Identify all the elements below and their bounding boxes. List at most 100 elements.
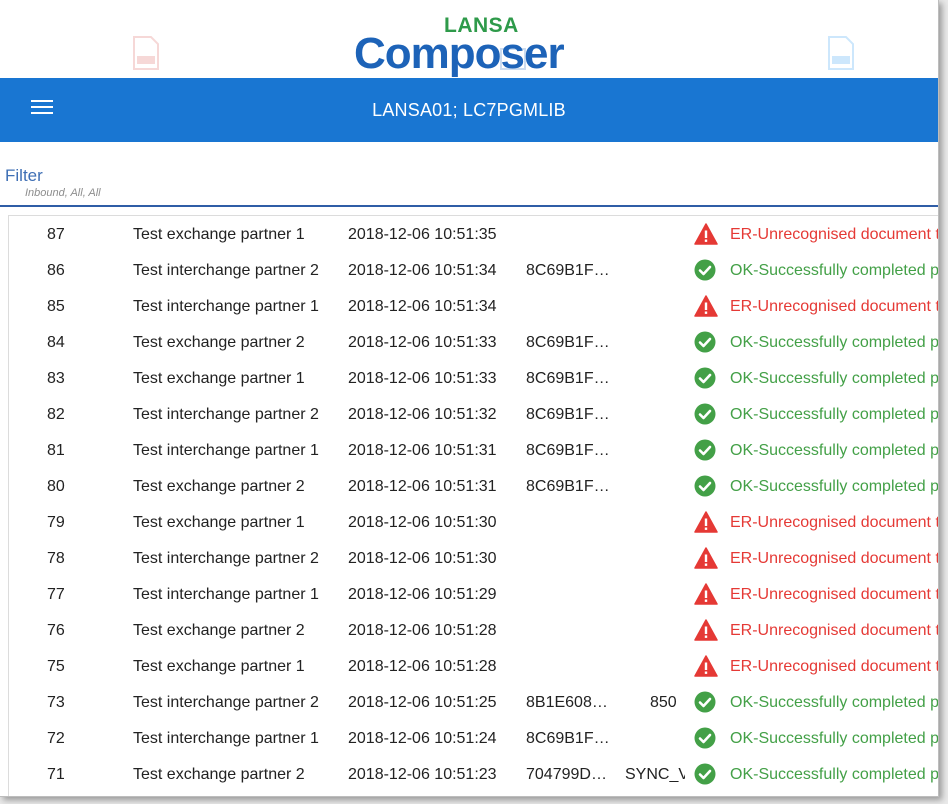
message-number: 85 — [47, 298, 65, 315]
table-row[interactable]: 82 Test interchange partner 2 2018-12-06 1… — [9, 396, 938, 432]
message-date: 2018-12-06 10:51:31 — [348, 442, 497, 459]
error-warning-icon — [694, 223, 718, 245]
filter-panel[interactable]: Filter Inbound, All, All — [5, 166, 101, 199]
message-date: 2018-12-06 10:51:30 — [348, 514, 497, 531]
success-check-icon — [694, 331, 716, 353]
message-list[interactable]: 87 Test exchange partner 1 2018-12-06 10:5… — [8, 215, 939, 796]
partner-name: Test exchange partner 1 — [133, 370, 305, 387]
table-row[interactable]: 85 Test interchange partner 1 2018-12-06 1… — [9, 288, 938, 324]
error-warning-icon — [694, 511, 718, 533]
message-date: 2018-12-06 10:51:31 — [348, 478, 497, 495]
document-id: 8C69B1F… — [526, 262, 610, 279]
message-number: 77 — [47, 586, 65, 603]
partner-name: Test interchange partner 2 — [133, 262, 319, 279]
table-row[interactable]: 86 Test interchange partner 2 2018-12-06 1… — [9, 252, 939, 288]
success-check-icon — [694, 259, 716, 281]
partner-name: Test exchange partner 2 — [133, 766, 305, 783]
table-row[interactable]: 81 Test interchange partner 1 2018-12-06 1… — [9, 432, 939, 468]
pdf-file-icon — [133, 36, 159, 70]
success-check-icon — [694, 475, 716, 497]
success-check-icon — [694, 367, 716, 389]
error-warning-icon — [694, 655, 718, 677]
message-date: 2018-12-06 10:51:33 — [348, 370, 497, 387]
status-text: ER-Unrecognised document t — [730, 658, 939, 675]
success-check-icon — [694, 439, 716, 461]
app-window: LANSA Composer LANSA01; LC7PGMLIB Filter… — [0, 0, 939, 797]
document-id: 8C69B1F… — [526, 406, 610, 423]
message-number: 75 — [47, 658, 65, 675]
partner-name: Test interchange partner 1 — [133, 442, 319, 459]
message-number: 84 — [47, 334, 65, 351]
table-row[interactable]: 72 Test interchange partner 1 2018-12-06 1… — [9, 720, 938, 756]
filter-summary: Inbound, All, All — [25, 187, 101, 199]
message-number: 80 — [47, 478, 65, 495]
status-text: OK-Successfully completed p — [730, 370, 939, 387]
partner-name: Test exchange partner 2 — [133, 478, 305, 495]
document-code: 850 — [650, 694, 677, 711]
table-row[interactable]: 71 Test exchange partner 2 2018-12-06 10:5… — [9, 756, 939, 792]
document-id: 8C69B1F… — [526, 478, 610, 495]
document-id: 8B1E608… — [526, 694, 608, 711]
table-row[interactable]: 87 Test exchange partner 1 2018-12-06 10:5… — [9, 216, 939, 252]
message-date: 2018-12-06 10:51:28 — [348, 622, 497, 639]
success-check-icon — [694, 403, 716, 425]
message-date: 2018-12-06 10:51:23 — [348, 766, 497, 783]
app-bar-title: LANSA01; LC7PGMLIB — [372, 100, 566, 120]
message-date: 2018-12-06 10:51:34 — [348, 262, 497, 279]
message-number: 73 — [47, 694, 65, 711]
document-id: 8C69B1F… — [526, 730, 610, 747]
message-number: 79 — [47, 514, 65, 531]
document-id: 8C69B1F… — [526, 370, 610, 387]
error-warning-icon — [694, 619, 718, 641]
message-date: 2018-12-06 10:51:32 — [348, 406, 497, 423]
table-row[interactable]: 84 Test exchange partner 2 2018-12-06 10:5… — [9, 324, 939, 360]
message-number: 83 — [47, 370, 65, 387]
status-text: ER-Unrecognised document t — [730, 550, 939, 567]
partner-name: Test interchange partner 2 — [133, 406, 319, 423]
table-row[interactable]: 80 Test exchange partner 2 2018-12-06 10:5… — [9, 468, 939, 504]
status-text: OK-Successfully completed p — [730, 766, 939, 783]
partner-name: Test exchange partner 1 — [133, 514, 305, 531]
message-date: 2018-12-06 10:51:25 — [348, 694, 497, 711]
partner-name: Test interchange partner 2 — [133, 694, 319, 711]
message-number: 72 — [47, 730, 65, 747]
table-row[interactable]: 75 Test exchange partner 1 2018-12-06 10:5… — [9, 648, 939, 684]
app-bar: LANSA01; LC7PGMLIB — [0, 78, 938, 142]
status-text: ER-Unrecognised document t — [730, 586, 939, 603]
message-number: 86 — [47, 262, 65, 279]
message-date: 2018-12-06 10:51:30 — [348, 550, 497, 567]
partner-name: Test interchange partner 1 — [133, 298, 319, 315]
document-id: 8C69B1F… — [526, 334, 610, 351]
status-text: OK-Successfully completed p — [730, 694, 939, 711]
xml-file-icon — [828, 36, 854, 70]
message-date: 2018-12-06 10:51:35 — [348, 226, 497, 243]
status-text: OK-Successfully completed p — [730, 262, 939, 279]
partner-name: Test exchange partner 1 — [133, 226, 305, 243]
status-text: OK-Successfully completed p — [730, 334, 939, 351]
document-id: 704799D… — [526, 766, 607, 783]
message-date: 2018-12-06 10:51:34 — [348, 298, 497, 315]
filter-label[interactable]: Filter — [5, 166, 101, 186]
partner-name: Test interchange partner 1 — [133, 730, 319, 747]
table-row[interactable]: 78 Test interchange partner 2 2018-12-06 1… — [9, 540, 939, 576]
status-text: ER-Unrecognised document t — [730, 226, 939, 243]
partner-name: Test exchange partner 2 — [133, 622, 305, 639]
status-text: ER-Unrecognised document t — [730, 514, 939, 531]
logo-product-text: Composer — [354, 29, 565, 78]
document-type: SYNC_VI — [625, 766, 685, 783]
table-row[interactable]: 79 Test exchange partner 1 2018-12-06 10:5… — [9, 504, 939, 540]
success-check-icon — [694, 763, 716, 785]
table-row[interactable]: 83 Test exchange partner 1 2018-12-06 10:5… — [9, 360, 939, 396]
partner-name: Test exchange partner 1 — [133, 658, 305, 675]
table-row[interactable]: 76 Test exchange partner 2 2018-12-06 10:5… — [9, 612, 938, 648]
message-number: 81 — [47, 442, 65, 459]
table-row[interactable]: 73 Test interchange partner 2 2018-12-06 1… — [9, 684, 939, 720]
success-check-icon — [694, 691, 716, 713]
status-text: OK-Successfully completed p — [730, 478, 939, 495]
status-text: OK-Successfully completed p — [730, 442, 939, 459]
error-warning-icon — [694, 583, 718, 605]
logo-header: LANSA Composer — [0, 0, 938, 78]
table-row[interactable]: 77 Test interchange partner 1 2018-12-06 1… — [9, 576, 939, 612]
message-date: 2018-12-06 10:51:24 — [348, 730, 497, 747]
message-number: 71 — [47, 766, 65, 783]
